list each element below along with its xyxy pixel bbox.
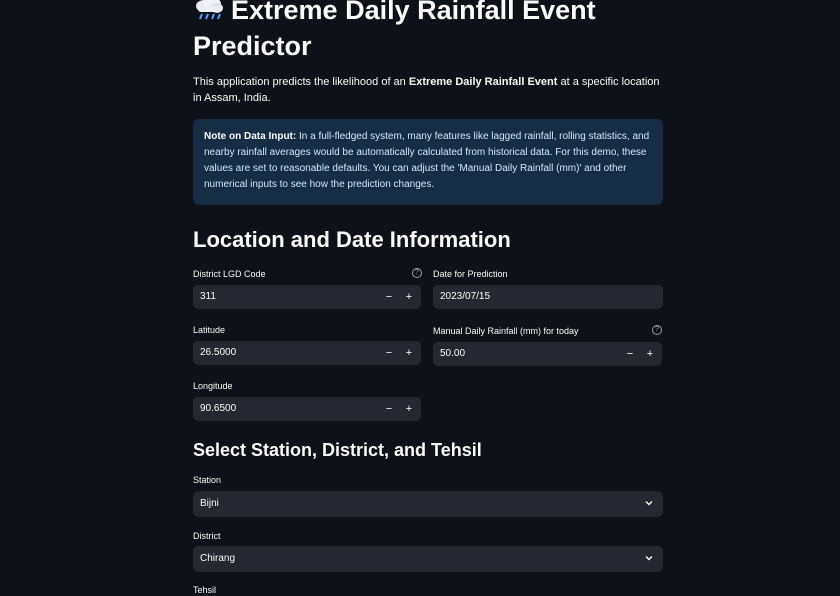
district-lgd-value: 311 [200, 291, 216, 302]
station-label: Station [193, 475, 222, 485]
district-select[interactable]: Chirang [193, 546, 663, 572]
chevron-down-icon [645, 556, 653, 561]
tehsil-label: Tehsil [193, 585, 217, 595]
longitude-input[interactable]: 90.6500 − + [193, 397, 421, 421]
intro-text: This application predicts the likelihood… [193, 74, 663, 106]
page-title-text: Extreme Daily Rainfall Event Predictor [193, 0, 596, 61]
chevron-down-icon [645, 501, 653, 506]
longitude-value: 90.6500 [200, 403, 237, 414]
manual-rainfall-input[interactable]: 50.00 − + [433, 342, 662, 366]
intro-prefix: This application predicts the likelihood… [193, 76, 409, 88]
latitude-label: Latitude [193, 325, 226, 335]
latitude-input[interactable]: 26.5000 − + [193, 341, 421, 365]
help-icon[interactable]: ? [652, 325, 662, 335]
info-bold: Note on Data Input: [204, 131, 297, 142]
station-select[interactable]: Bijni [193, 491, 663, 517]
district-lgd-label: District LGD Code [193, 269, 266, 279]
date-input[interactable]: 2023/07/15 [433, 285, 663, 309]
date-value: 2023/07/15 [440, 291, 491, 302]
cloud-rain-icon [196, 0, 223, 20]
select-section-heading: Select Station, District, and Tehsil [193, 440, 482, 460]
district-label: District [193, 531, 221, 541]
increment-button[interactable]: + [399, 397, 419, 421]
district-lgd-input[interactable]: 311 − + [193, 285, 421, 309]
manual-rainfall-label: Manual Daily Rainfall (mm) for today [433, 326, 579, 336]
increment-button[interactable]: + [640, 342, 660, 366]
increment-button[interactable]: + [399, 341, 419, 365]
longitude-label: Longitude [193, 381, 233, 391]
decrement-button[interactable]: − [620, 342, 640, 366]
decrement-button[interactable]: − [379, 397, 399, 421]
decrement-button[interactable]: − [379, 285, 399, 309]
help-icon[interactable]: ? [412, 268, 422, 278]
page-title: Extreme Daily Rainfall Event Predictor [193, 0, 663, 64]
info-box: Note on Data Input: In a full-fledged sy… [193, 119, 663, 205]
date-label: Date for Prediction [433, 269, 508, 279]
latitude-value: 26.5000 [200, 347, 237, 358]
intro-bold: Extreme Daily Rainfall Event [408, 76, 558, 88]
district-value: Chirang [200, 553, 236, 564]
station-value: Bijni [200, 498, 219, 509]
location-section-heading: Location and Date Information [193, 227, 511, 252]
manual-rainfall-value: 50.00 [440, 348, 466, 359]
increment-button[interactable]: + [399, 285, 419, 309]
decrement-button[interactable]: − [379, 341, 399, 365]
